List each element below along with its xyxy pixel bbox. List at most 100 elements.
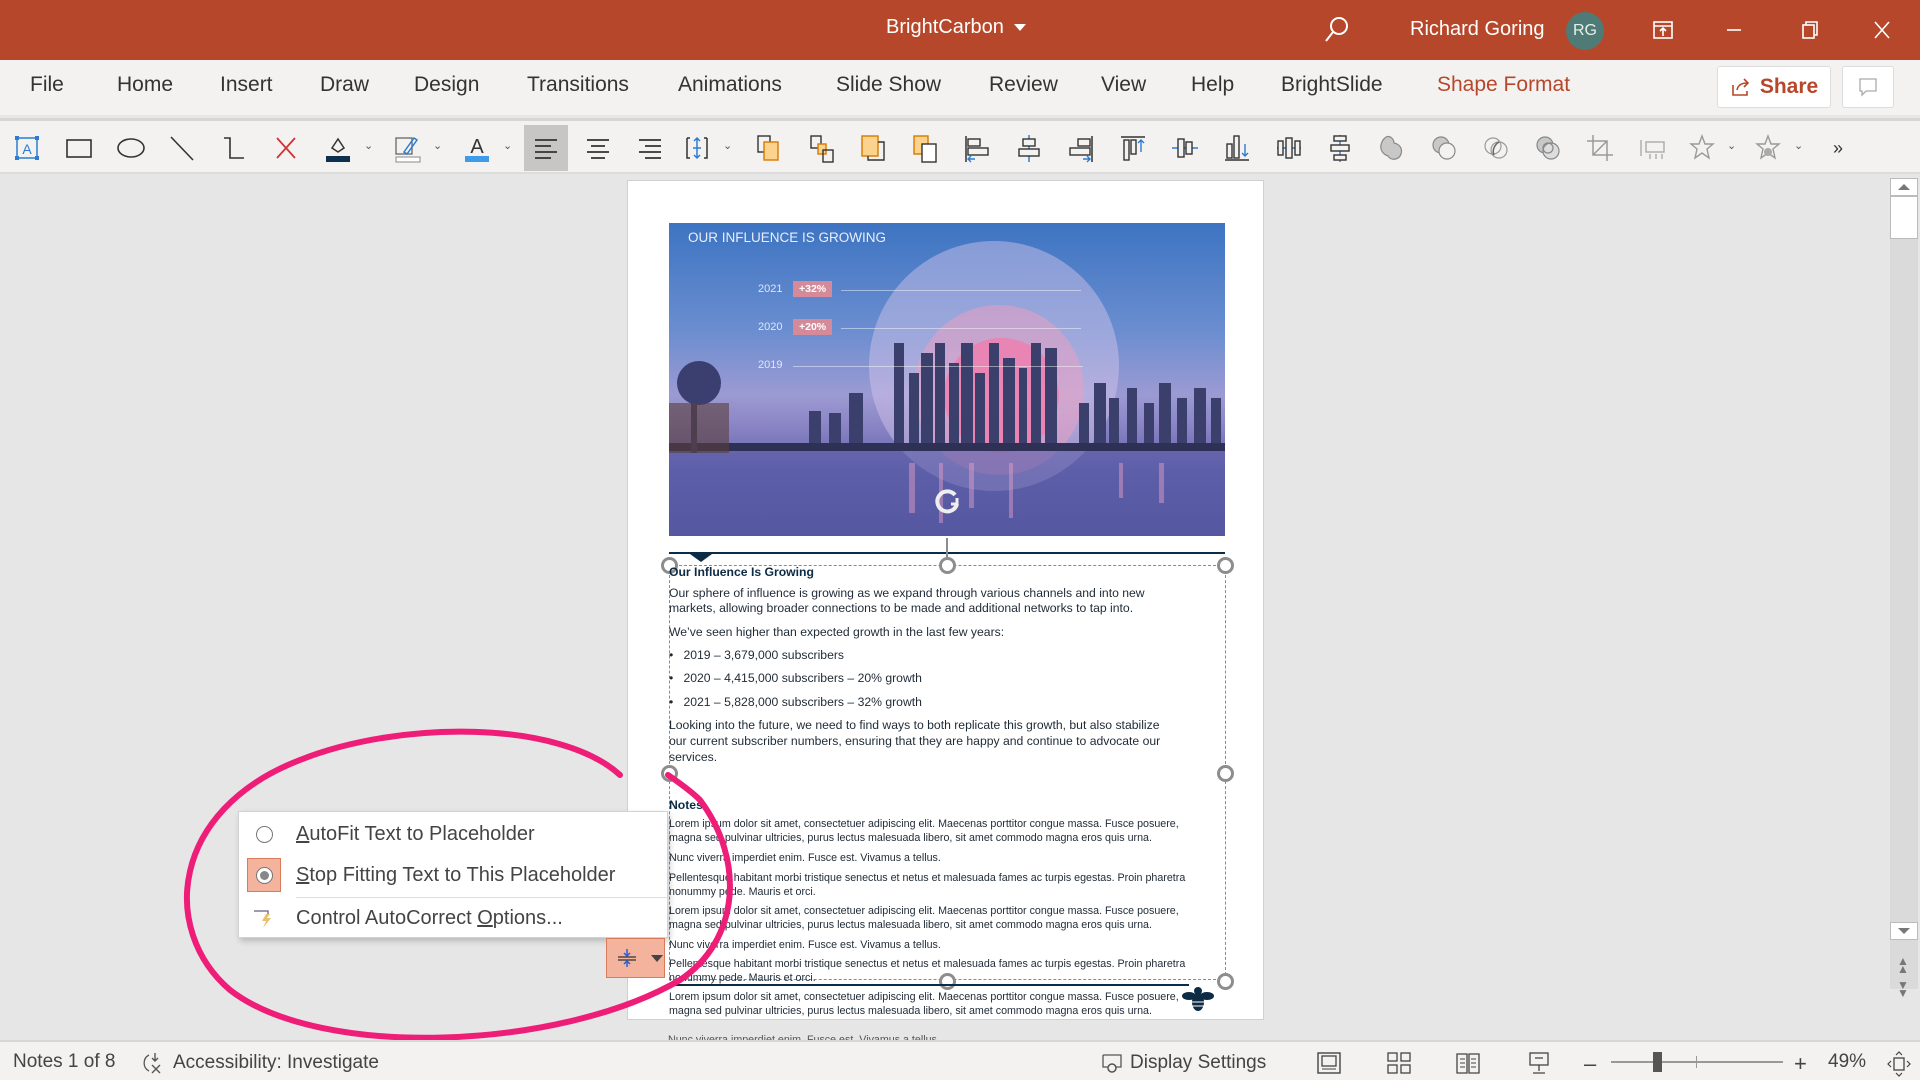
comments-button[interactable] bbox=[1842, 66, 1894, 108]
resize-handle[interactable] bbox=[661, 765, 678, 782]
shape-outline-icon[interactable] bbox=[386, 125, 430, 171]
menu-item-autocorrect-options[interactable]: Control AutoCorrect Options... bbox=[239, 898, 669, 938]
tab-insert[interactable]: Insert bbox=[220, 73, 273, 97]
notes-line: Pellentesque habitant morbi tristique se… bbox=[669, 958, 1186, 970]
scroll-thumb[interactable] bbox=[1890, 196, 1918, 239]
shape-fill-icon[interactable] bbox=[316, 125, 360, 171]
resize-handle[interactable] bbox=[1217, 557, 1234, 574]
zoom-level[interactable]: 49% bbox=[1828, 1051, 1866, 1073]
zoom-out-button[interactable]: – bbox=[1584, 1051, 1596, 1077]
tab-review[interactable]: Review bbox=[989, 73, 1058, 97]
tab-draw[interactable]: Draw bbox=[320, 73, 369, 97]
reading-view-icon[interactable] bbox=[1455, 1051, 1481, 1075]
align-left-icon[interactable] bbox=[524, 125, 568, 171]
resize-handle[interactable] bbox=[939, 557, 956, 574]
share-button[interactable]: Share bbox=[1717, 66, 1831, 108]
close-icon[interactable] bbox=[1862, 10, 1902, 50]
chevron-down-icon[interactable]: ⌄ bbox=[1727, 139, 1736, 152]
zoom-slider[interactable] bbox=[1611, 1052, 1783, 1072]
align-objects-left-icon[interactable] bbox=[955, 125, 999, 171]
accessibility-checker[interactable]: Accessibility: Investigate bbox=[143, 1051, 379, 1075]
tab-home[interactable]: Home bbox=[117, 73, 173, 97]
align-right-icon[interactable] bbox=[628, 125, 672, 171]
chevron-down-icon[interactable]: ⌄ bbox=[503, 139, 512, 152]
slide-sorter-icon[interactable] bbox=[1386, 1051, 1412, 1075]
merge-fragment-icon[interactable] bbox=[1526, 125, 1570, 171]
merge-intersect-icon[interactable] bbox=[1474, 125, 1518, 171]
chevron-down-icon[interactable]: ⌄ bbox=[364, 139, 373, 152]
tab-file[interactable]: File bbox=[30, 73, 64, 97]
resize-handle[interactable] bbox=[1217, 973, 1234, 990]
merge-combine-icon[interactable] bbox=[1422, 125, 1466, 171]
menu-item-stop-fitting[interactable]: Stop Fitting Text to This Placeholder bbox=[239, 855, 669, 895]
align-objects-right-icon[interactable] bbox=[1059, 125, 1103, 171]
search-icon[interactable] bbox=[1322, 14, 1352, 44]
resize-handle[interactable] bbox=[1217, 765, 1234, 782]
autofit-options-button[interactable] bbox=[606, 938, 665, 978]
tab-shape-format[interactable]: Shape Format bbox=[1437, 73, 1570, 97]
normal-view-icon[interactable] bbox=[1316, 1051, 1342, 1075]
chevron-down-icon[interactable]: ⌄ bbox=[1794, 139, 1803, 152]
text-direction-icon[interactable] bbox=[675, 125, 719, 171]
rotate-handle-icon[interactable] bbox=[933, 486, 963, 516]
resize-handle[interactable] bbox=[939, 973, 956, 990]
bullet-item: • 2020 – 4,415,000 subscribers – 20% gro… bbox=[669, 671, 922, 685]
chevron-down-icon[interactable]: ⌄ bbox=[433, 139, 442, 152]
display-settings-button[interactable]: Display Settings bbox=[1100, 1051, 1266, 1075]
radio-button[interactable] bbox=[247, 817, 281, 851]
distribute-horizontally-icon[interactable] bbox=[1267, 125, 1311, 171]
animation-effects-icon[interactable] bbox=[1746, 125, 1790, 171]
oval-icon[interactable] bbox=[109, 125, 153, 171]
delete-icon[interactable] bbox=[264, 125, 308, 171]
send-backward-icon[interactable] bbox=[799, 125, 843, 171]
zoom-in-button[interactable]: + bbox=[1794, 1051, 1807, 1077]
ribbon-display-options-icon[interactable] bbox=[1643, 10, 1683, 50]
chevron-down-icon[interactable]: ⌄ bbox=[723, 139, 732, 152]
tab-help[interactable]: Help bbox=[1191, 73, 1234, 97]
font-color-icon[interactable]: A bbox=[455, 125, 499, 171]
more-icon[interactable]: » bbox=[1816, 125, 1860, 171]
restore-icon[interactable] bbox=[1790, 10, 1830, 50]
zoom-slider-thumb[interactable] bbox=[1653, 1052, 1663, 1072]
size-icon[interactable] bbox=[1630, 125, 1674, 171]
menu-item-autofit-text[interactable]: AutoFit Text to Placeholder bbox=[239, 814, 669, 854]
add-animation-icon[interactable] bbox=[1680, 125, 1724, 171]
bring-forward-icon[interactable] bbox=[746, 125, 790, 171]
minimize-icon[interactable] bbox=[1714, 10, 1754, 50]
line-icon[interactable] bbox=[160, 125, 204, 171]
align-bottom-icon[interactable] bbox=[1215, 125, 1259, 171]
fit-to-window-icon[interactable] bbox=[1887, 1051, 1911, 1077]
tab-design[interactable]: Design bbox=[414, 73, 479, 97]
tab-animations[interactable]: Animations bbox=[678, 73, 782, 97]
scroll-up-button[interactable] bbox=[1890, 178, 1918, 196]
next-slide-icon[interactable]: ▼ ▼ bbox=[1897, 979, 1909, 999]
tab-brightslide[interactable]: BrightSlide bbox=[1281, 73, 1383, 97]
accessibility-label: Accessibility: Investigate bbox=[173, 1052, 379, 1073]
tab-view[interactable]: View bbox=[1101, 73, 1146, 97]
slide-thumbnail[interactable]: OUR INFLUENCE IS GROWING 2021 +32% 2020 … bbox=[669, 223, 1225, 536]
align-center-icon[interactable] bbox=[576, 125, 620, 171]
align-objects-center-icon[interactable] bbox=[1007, 125, 1051, 171]
tab-slide-show[interactable]: Slide Show bbox=[836, 73, 941, 97]
scroll-down-button[interactable] bbox=[1890, 922, 1918, 940]
document-title[interactable]: BrightCarbon bbox=[886, 16, 1026, 39]
crop-icon[interactable] bbox=[1578, 125, 1622, 171]
send-to-back-icon[interactable] bbox=[903, 125, 947, 171]
previous-slide-icon[interactable]: ▲ ▲ bbox=[1897, 955, 1909, 975]
text-box-icon[interactable]: A bbox=[5, 125, 49, 171]
tab-transitions[interactable]: Transitions bbox=[527, 73, 629, 97]
notes-line: Lorem ipsum dolor sit amet, consectetuer… bbox=[669, 991, 1179, 1003]
user-name[interactable]: Richard Goring bbox=[1410, 18, 1545, 41]
rectangle-icon[interactable] bbox=[57, 125, 101, 171]
merge-union-icon[interactable] bbox=[1370, 125, 1414, 171]
distribute-vertically-icon[interactable] bbox=[1318, 125, 1362, 171]
elbow-connector-icon[interactable] bbox=[212, 125, 256, 171]
radio-button-selected[interactable] bbox=[247, 858, 281, 892]
align-middle-icon[interactable] bbox=[1163, 125, 1207, 171]
scroll-track[interactable] bbox=[1890, 239, 1918, 989]
avatar[interactable]: RG bbox=[1566, 12, 1604, 50]
bring-to-front-icon[interactable] bbox=[851, 125, 895, 171]
align-top-icon[interactable] bbox=[1111, 125, 1155, 171]
slide-show-icon[interactable] bbox=[1526, 1051, 1552, 1075]
vertical-scrollbar[interactable]: ▲ ▲ ▼ ▼ bbox=[1890, 175, 1920, 1040]
